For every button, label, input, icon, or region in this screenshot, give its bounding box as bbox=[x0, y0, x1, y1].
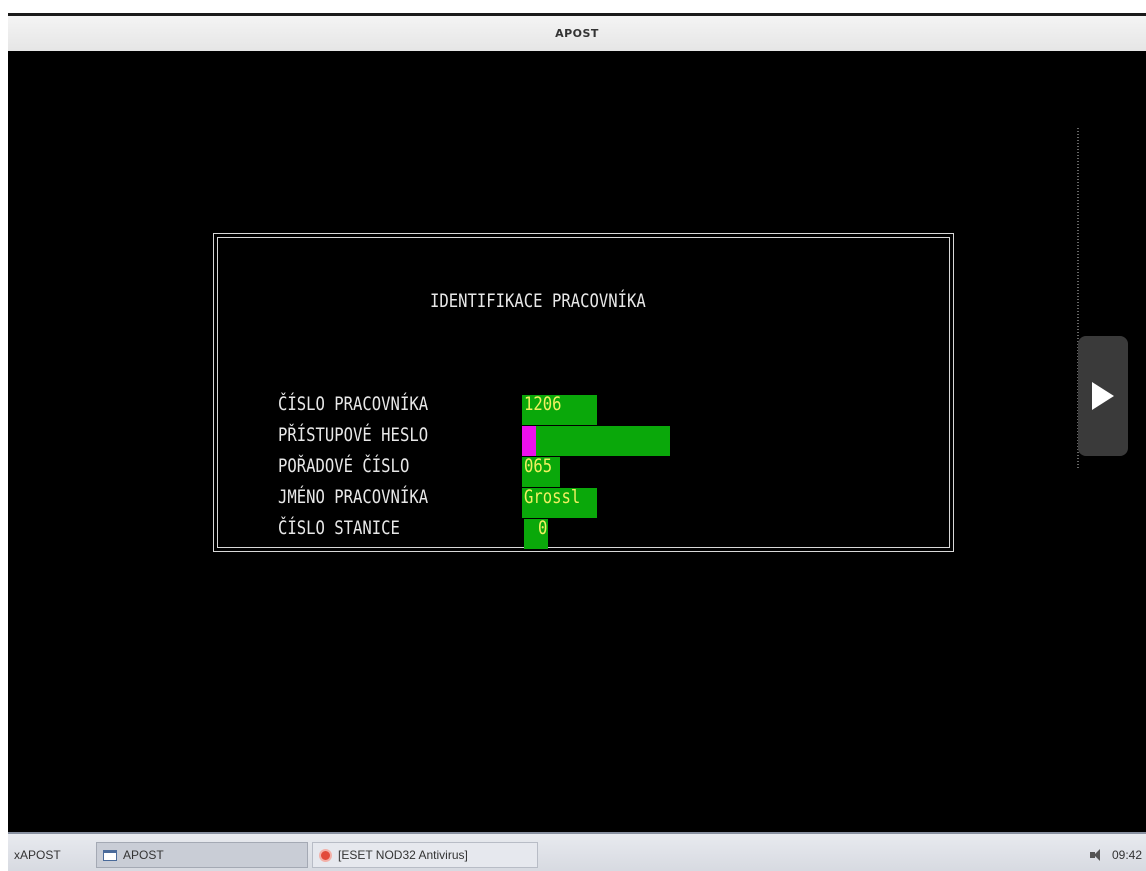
screen-top-strip bbox=[0, 0, 1146, 12]
taskbar-item-apost-label: APOST bbox=[123, 848, 164, 862]
play-icon bbox=[1092, 382, 1114, 410]
side-play-button[interactable] bbox=[1078, 336, 1128, 456]
employee-number-value: 1206 bbox=[524, 393, 562, 415]
label-access-password: PŘÍSTUPOVÉ HESLO bbox=[278, 424, 429, 446]
taskbar-item-apost[interactable]: APOST bbox=[96, 842, 308, 868]
taskbar-start-label[interactable]: xAPOST bbox=[14, 842, 61, 868]
dialog-title: IDENTIFIKACE PRACOVNÍKA bbox=[430, 290, 646, 312]
taskbar: xAPOST APOST [ESET NOD32 Antivirus] 09:4… bbox=[8, 832, 1146, 871]
employee-name-value: Grossl bbox=[524, 486, 581, 508]
text-cursor bbox=[522, 426, 536, 456]
label-employee-name: JMÉNO PRACOVNÍKA bbox=[278, 486, 429, 508]
window-title-bar[interactable]: APOST bbox=[8, 13, 1146, 51]
window-title: APOST bbox=[555, 27, 599, 40]
label-station-number: ČÍSLO STANICE bbox=[278, 517, 400, 539]
sequence-number-value: 065 bbox=[524, 455, 553, 477]
taskbar-item-eset[interactable]: [ESET NOD32 Antivirus] bbox=[312, 842, 538, 868]
speaker-icon[interactable] bbox=[1089, 849, 1104, 861]
taskbar-item-eset-label: [ESET NOD32 Antivirus] bbox=[338, 848, 468, 862]
eset-icon bbox=[319, 848, 332, 862]
access-password-field[interactable] bbox=[522, 426, 670, 456]
clock: 09:42 bbox=[1111, 848, 1142, 862]
label-employee-number: ČÍSLO PRACOVNÍKA bbox=[278, 393, 429, 415]
system-tray: 09:42 bbox=[1089, 842, 1142, 868]
label-sequence-number: POŘADOVÉ ČÍSLO bbox=[278, 455, 410, 477]
station-number-value: 0 bbox=[538, 517, 548, 539]
window-icon bbox=[103, 849, 117, 861]
